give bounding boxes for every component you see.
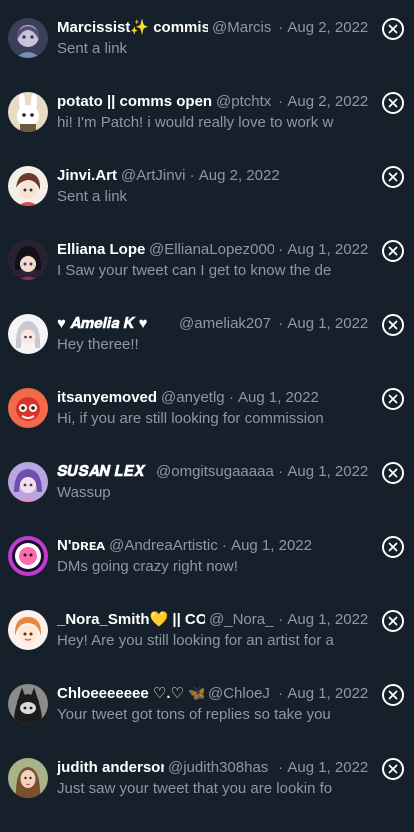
conversation-row[interactable]: Elliana Lopez@EllianaLopez000 · Aug 1, 2… <box>0 240 414 314</box>
conversation-row[interactable]: ♥ 𝑨𝒎𝒆𝒍𝒊𝒂 𝑲 ♥ @ameliak207 · Aug 1, 2022 He… <box>0 314 414 388</box>
dm-conversation-list: Marcissist✨ commis @Marcis · Aug 2, 2022 … <box>0 0 414 816</box>
avatar[interactable] <box>8 240 48 280</box>
avatar[interactable] <box>8 92 48 132</box>
close-icon[interactable] <box>382 536 404 558</box>
message-preview: Just saw your tweet that you are lookin … <box>57 780 333 797</box>
close-icon[interactable] <box>382 758 404 780</box>
message-date: Aug 1, 2022 <box>231 537 312 554</box>
message-date: Aug 1, 2022 <box>287 315 368 332</box>
conversation-row[interactable]: judith anderson@judith308has · Aug 1, 20… <box>0 758 414 832</box>
avatar[interactable] <box>8 610 48 650</box>
avatar[interactable] <box>8 166 48 206</box>
close-icon[interactable] <box>382 240 404 262</box>
conversation-row[interactable]: N'ᴅʀᴇᴀ @AndreaArtistic · Aug 1, 2022 DMs … <box>0 536 414 610</box>
display-name: potato || comms open <box>57 93 212 110</box>
message-preview: Hi, if you are still looking for commiss… <box>57 410 324 427</box>
conversation-row[interactable]: 𝑺𝑼𝑺𝑨𝑵 𝑳𝑬𝑿 @omgitsugaaaaa · Aug 1, 2022 Wa… <box>0 462 414 536</box>
display-name: Elliana Lopez <box>57 241 145 258</box>
message-preview: I Saw your tweet can I get to know the d… <box>57 262 332 279</box>
user-handle: @ameliak207 <box>179 315 271 332</box>
display-name: Marcissist✨ commis <box>57 19 208 36</box>
separator-dot: · <box>278 19 284 36</box>
message-date: Aug 2, 2022 <box>287 19 368 36</box>
separator-dot: · <box>278 759 284 776</box>
conversation-row[interactable]: Marcissist✨ commis @Marcis · Aug 2, 2022 … <box>0 18 414 92</box>
message-preview: Sent a link <box>57 188 128 205</box>
message-date: Aug 1, 2022 <box>287 611 368 628</box>
message-date: Aug 1, 2022 <box>287 241 368 258</box>
user-handle: @ArtJinvi <box>121 167 186 184</box>
close-icon[interactable] <box>382 388 404 410</box>
display-name: judith anderson <box>57 759 164 776</box>
separator-dot: · <box>221 537 227 554</box>
conversation-row[interactable]: Chloeeeeeee ♡.♡ 🦋@ChloeJ · Aug 1, 2022 Y… <box>0 684 414 758</box>
close-icon[interactable] <box>382 92 404 114</box>
user-handle: @omgitsugaaaaa <box>156 463 274 480</box>
avatar[interactable] <box>8 388 48 428</box>
message-date: Aug 1, 2022 <box>238 389 319 406</box>
separator-dot: · <box>278 685 284 702</box>
message-preview: Sent a link <box>57 40 128 57</box>
conversation-row[interactable]: _Nora_Smith💛 || COI@_Nora_S · Aug 1, 202… <box>0 610 414 684</box>
user-handle: @anyetlg <box>161 389 225 406</box>
message-date: Aug 2, 2022 <box>198 167 280 184</box>
user-handle: @EllianaLopez000 <box>149 241 274 258</box>
display-name: Jinvi.Art <box>57 167 118 184</box>
message-date: Aug 1, 2022 <box>287 685 368 702</box>
user-handle: @AndreaArtistic <box>109 537 218 554</box>
avatar[interactable] <box>8 462 48 502</box>
close-icon[interactable] <box>382 610 404 632</box>
user-handle: @ptchtx <box>216 93 272 110</box>
display-name: 𝑺𝑼𝑺𝑨𝑵 𝑳𝑬𝑿 <box>57 463 146 480</box>
message-preview: DMs going crazy right now! <box>57 558 238 575</box>
message-date: Aug 1, 2022 <box>287 463 368 480</box>
avatar[interactable] <box>8 18 48 58</box>
separator-dot: · <box>228 389 234 406</box>
message-preview: Wassup <box>57 484 111 501</box>
message-preview: hi! I'm Patch! i would really love to wo… <box>57 114 334 131</box>
close-icon[interactable] <box>382 166 404 188</box>
separator-dot: · <box>189 167 195 184</box>
display-name: N'ᴅʀᴇᴀ <box>57 537 106 554</box>
separator-dot: · <box>278 611 284 628</box>
avatar[interactable] <box>8 684 48 724</box>
display-name: ♥ 𝑨𝒎𝒆𝒍𝒊𝒂 𝑲 ♥ <box>57 315 148 332</box>
message-preview: Hey theree!! <box>57 336 139 353</box>
separator-dot: · <box>278 315 284 332</box>
conversation-row[interactable]: itsanyemoved @anyetlg · Aug 1, 2022 Hi, i… <box>0 388 414 462</box>
separator-dot: · <box>278 463 284 480</box>
conversation-row[interactable]: potato || comms open @ptchtx · Aug 2, 202… <box>0 92 414 166</box>
close-icon[interactable] <box>382 18 404 40</box>
message-date: Aug 2, 2022 <box>287 93 368 110</box>
display-name: Chloeeeeeee ♡.♡ 🦋 <box>57 685 204 702</box>
message-date: Aug 1, 2022 <box>287 759 368 776</box>
user-handle: @_Nora_S <box>209 611 274 628</box>
user-handle: @Marcis <box>212 19 272 36</box>
close-icon[interactable] <box>382 684 404 706</box>
close-icon[interactable] <box>382 314 404 336</box>
avatar[interactable] <box>8 314 48 354</box>
separator-dot: · <box>278 241 284 258</box>
message-preview: Your tweet got tons of replies so take y… <box>57 706 331 723</box>
user-handle: @judith308has <box>168 759 269 776</box>
display-name: itsanyemoved <box>57 389 158 406</box>
separator-dot: · <box>278 93 284 110</box>
avatar[interactable] <box>8 758 48 798</box>
user-handle: @ChloeJ <box>208 685 270 702</box>
message-preview: Hey! Are you still looking for an artist… <box>57 632 334 649</box>
display-name: _Nora_Smith💛 || COI <box>57 611 205 628</box>
close-icon[interactable] <box>382 462 404 484</box>
avatar[interactable] <box>8 536 48 576</box>
conversation-row[interactable]: Jinvi.Art @ArtJinvi · Aug 2, 2022 Sent a … <box>0 166 414 240</box>
